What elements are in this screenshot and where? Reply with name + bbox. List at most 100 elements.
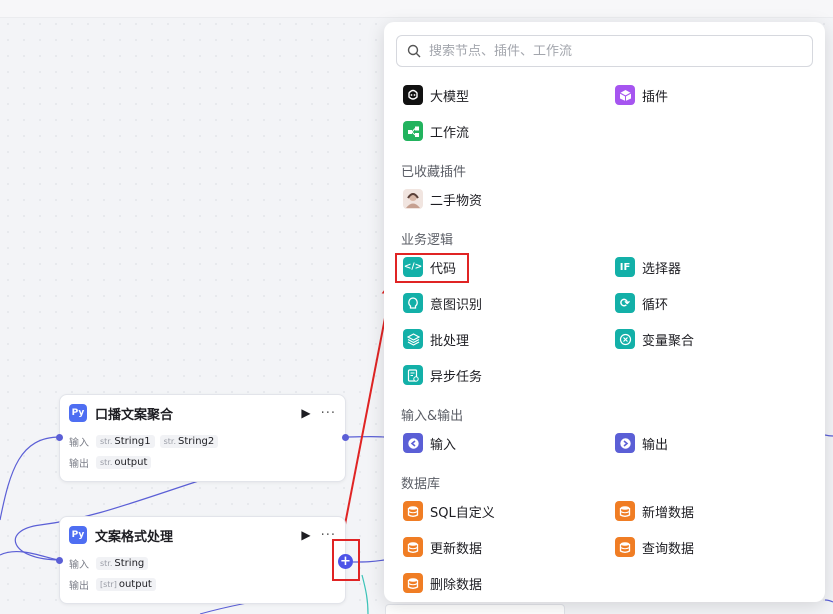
search-icon	[407, 44, 421, 58]
menu-item-label: 输出	[642, 437, 669, 453]
run-icon[interactable]: ▶	[301, 528, 310, 542]
workflow-icon	[403, 121, 423, 141]
menu-item-input[interactable]: 输入	[403, 431, 456, 455]
param-name: output	[114, 457, 148, 468]
type-label: str.	[100, 437, 113, 446]
type-label: str.	[100, 458, 113, 467]
more-icon[interactable]: ···	[321, 406, 336, 421]
node-input-row: 输入 str. String1 str. String2	[60, 431, 345, 452]
run-icon[interactable]: ▶	[301, 406, 310, 420]
input-port[interactable]	[56, 557, 63, 564]
delete-data-icon	[403, 573, 423, 593]
node-picker-panel: 大模型 插件 工作流 已收藏插件 二手物资 业务逻辑 </> 代码 IF 选择器…	[384, 22, 825, 602]
menu-item-label: 意图识别	[430, 297, 483, 313]
highlight-box-add-button	[332, 539, 360, 581]
menu-item-delete-data[interactable]: 删除数据	[403, 571, 482, 595]
search-input[interactable]	[429, 43, 812, 59]
menu-item-label: 循环	[642, 297, 669, 313]
node-output-row: 输出 [str] output	[60, 574, 345, 595]
update-data-icon	[403, 537, 423, 557]
menu-item-plugin[interactable]: 插件	[615, 83, 668, 107]
menu-item-batch[interactable]: 批处理	[403, 327, 469, 351]
input-label: 输入	[69, 560, 89, 571]
code-node-icon: Py	[69, 526, 87, 544]
section-title-io: 输入&输出	[401, 409, 464, 424]
if-selector-icon: IF	[615, 257, 635, 277]
menu-item-label: 删除数据	[430, 577, 483, 593]
node-title: 文案格式处理	[95, 529, 174, 545]
async-task-icon	[403, 365, 423, 385]
bottom-panel-edge	[385, 604, 565, 614]
intent-icon	[403, 293, 423, 313]
loop-icon: ⟳	[615, 293, 635, 313]
menu-item-selector[interactable]: IF 选择器	[615, 255, 681, 279]
node-input-row: 输入 str. String	[60, 553, 345, 574]
output-label: 输出	[69, 581, 89, 592]
menu-item-label: 新增数据	[642, 505, 695, 521]
batch-icon	[403, 329, 423, 349]
menu-item-label: 输入	[430, 437, 457, 453]
plugin-cube-icon	[615, 85, 635, 105]
node-oral-copy-aggregate[interactable]: Py 口播文案聚合 ▶ ··· 输入 str. String1 str. Strin…	[59, 394, 346, 482]
node-output-row: 输出 str. output	[60, 452, 345, 473]
param-name: String	[114, 558, 145, 569]
input-label: 输入	[69, 438, 89, 449]
input-port[interactable]	[56, 434, 63, 441]
menu-item-label: SQL自定义	[430, 505, 495, 521]
type-label: [str]	[100, 580, 117, 589]
menu-item-sql-custom[interactable]: SQL自定义	[403, 499, 495, 523]
menu-item-label: 二手物资	[430, 193, 483, 209]
menu-item-variable-merge[interactable]: 变量聚合	[615, 327, 694, 351]
menu-item-workflow[interactable]: 工作流	[403, 119, 469, 143]
llm-icon	[403, 85, 423, 105]
node-header: Py 口播文案聚合 ▶ ···	[60, 395, 345, 431]
menu-item-intent[interactable]: 意图识别	[403, 291, 482, 315]
query-data-icon	[615, 537, 635, 557]
section-title-business-logic: 业务逻辑	[401, 233, 454, 248]
menu-item-label: 变量聚合	[642, 333, 695, 349]
output-icon	[615, 433, 635, 453]
param-name: output	[118, 579, 152, 590]
input-icon	[403, 433, 423, 453]
menu-item-label: 异步任务	[430, 369, 483, 385]
node-copy-format-process[interactable]: Py 文案格式处理 ▶ ··· 输入 str. String 输出 [str] ou…	[59, 516, 346, 604]
menu-item-async-task[interactable]: 异步任务	[403, 363, 482, 387]
menu-item-label: 大模型	[430, 89, 470, 105]
menu-item-llm[interactable]: 大模型	[403, 83, 469, 107]
menu-item-label: 工作流	[430, 125, 470, 141]
param-tag: str. String2	[159, 435, 219, 448]
edge-left-upper	[0, 436, 61, 521]
type-label: str.	[100, 559, 113, 568]
param-tag: str. output	[96, 456, 152, 469]
menu-item-add-data[interactable]: 新增数据	[615, 499, 694, 523]
menu-item-label: 更新数据	[430, 541, 483, 557]
param-tag: [str] output	[96, 578, 156, 591]
add-data-icon	[615, 501, 635, 521]
avatar-image-icon	[403, 189, 423, 209]
param-tag: str. String1	[96, 435, 155, 448]
menu-item-loop[interactable]: ⟳ 循环	[615, 291, 668, 315]
search-box[interactable]	[396, 35, 813, 67]
node-title: 口播文案聚合	[95, 407, 174, 423]
variable-merge-icon	[615, 329, 635, 349]
code-node-icon: Py	[69, 404, 87, 422]
menu-item-second-hand[interactable]: 二手物资	[403, 187, 482, 211]
menu-item-label: 选择器	[642, 261, 682, 277]
edge-right-side-2	[824, 599, 833, 603]
menu-item-label: 插件	[642, 89, 669, 105]
menu-item-query-data[interactable]: 查询数据	[615, 535, 694, 559]
type-label: str.	[163, 437, 177, 446]
output-port[interactable]	[342, 434, 349, 441]
param-name: String1	[114, 436, 151, 447]
param-name: String2	[178, 436, 215, 447]
param-tag: str. String	[96, 557, 149, 570]
menu-item-update-data[interactable]: 更新数据	[403, 535, 482, 559]
highlight-box-code	[395, 253, 469, 283]
edge-right-side-1	[824, 434, 833, 437]
menu-item-label: 批处理	[430, 333, 470, 349]
menu-item-output[interactable]: 输出	[615, 431, 668, 455]
output-label: 输出	[69, 459, 89, 470]
node-header: Py 文案格式处理 ▶ ···	[60, 517, 345, 553]
menu-item-label: 查询数据	[642, 541, 695, 557]
edge-bottom-teal	[361, 574, 369, 614]
